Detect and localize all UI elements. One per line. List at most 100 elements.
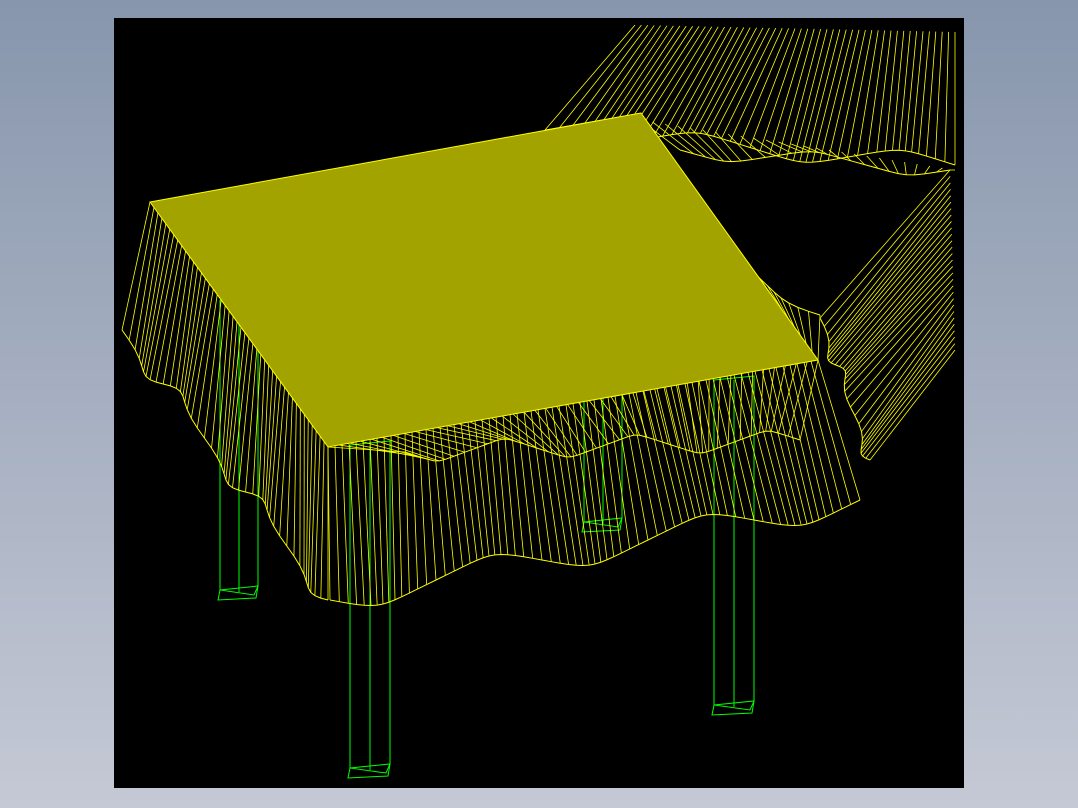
front-drape-fold-line [425,429,437,581]
front-drape-fold-line [397,434,403,597]
front-drape-fold-line [432,428,446,576]
front-drape-fold-line [803,362,843,510]
second-side-drape-fold-line [839,234,953,367]
front-drape-fold-line [488,418,502,555]
left-drape-fold-line [245,348,258,493]
second-top-drape-fold-line [884,30,898,152]
second-top-drape-fold-line [911,31,924,153]
front-drape-fold-line [383,437,390,603]
front-drape-fold-line [516,413,534,559]
second-side-drape-fold-line [865,343,956,459]
second-side-drape-fold-line [828,195,952,349]
front-drape-fold-line [733,374,773,524]
front-drape-fold-line [796,363,834,514]
inner-front-drape-fold-line [686,383,698,453]
front-drape-fold-line [705,379,737,517]
second-top-drape-fold-line [805,29,841,163]
table-model-render [121,24,956,779]
left-drape-fold-line [169,256,190,386]
second-top-drape-fold-line [837,29,866,159]
second-side-drape-fold-line [827,182,951,335]
front-drape-fold-line [404,433,410,594]
second-top-drape-fold-line [892,30,905,151]
second-side-drape-fold-line [860,324,955,450]
inner-front-drape-fold-line [778,363,797,434]
left-drape-fold-line [190,289,214,419]
second-top-drape-fold-line [944,31,949,162]
front-drape-fold-line [355,442,365,606]
second-top-drape-fold-line [934,31,943,159]
front-drape-fold-line [649,389,683,524]
left-drape-fold-line [211,305,226,449]
front-drape-fold-line [418,430,428,585]
left-drape-fold-line [121,201,151,331]
left-drape-fold-line [180,267,198,392]
second-top-drape-fold-line [749,28,796,148]
second-side-drape-fold-line [861,317,955,445]
second-inner-drape-fold-line [664,123,706,158]
second-top-drape-fold-line [876,30,892,153]
left-drape-fold-line [175,261,194,389]
left-drape-fold-line [182,272,202,397]
inner-front-drape-fold-line [589,400,620,440]
inner-front-drape-fold-line [750,371,754,436]
second-top-drape-fold-line [867,30,885,154]
second-top-drape-fold-line [729,28,783,142]
front-drape-fold-line [740,373,782,525]
second-inner-drape-fold-line [914,163,918,175]
front-drape-fold-line [376,438,384,605]
left-drape-fold-line [279,392,289,536]
second-inner-drape-fold-line [924,165,931,175]
left-drape-fold-line [273,387,285,527]
front-drape-fold-line [782,366,820,520]
second-side-drape-fold-line [819,169,951,319]
front-drape-fold-line [656,388,690,521]
second-top-drape-fold-line [778,28,815,157]
front-drape-fold-line [390,435,396,600]
second-top-drape-fold-line [819,29,853,162]
inner-front-drape-fold-line [512,413,559,456]
inner-front-drape-fold-line [349,442,427,460]
back-drape-fold-line [808,311,813,352]
left-drape-fold-line [155,245,183,383]
second-side-drape-fold-line [869,349,956,461]
left-drape-fold-line [293,403,297,557]
tabletop-surface [149,112,819,448]
second-side-drape-fold-line [834,227,952,366]
second-top-drape-fold-line [792,29,828,161]
front-drape-fold-line [341,444,349,604]
front-drape-fold-line [509,414,525,557]
inner-front-drape-fold-line [327,446,406,453]
second-top-drape-fold-line [786,28,821,159]
front-drape-fold-line [334,445,340,602]
left-drape-fold-line [128,207,155,341]
second-top-drape-fold-line [799,29,834,162]
front-drape-fold-line [789,364,827,517]
left-drape-fold-line [320,441,325,599]
front-drape-fold-line [719,377,755,521]
front-drape-fold-line [439,427,455,572]
front-drape-fold-line [523,412,543,561]
second-top-drape-fold-line [904,31,917,151]
left-drape-fold-line [306,419,309,582]
second-inner-drape-fold-line [904,161,907,175]
inner-front-drape-fold-line [697,381,704,453]
second-top-drape-fold-line [769,28,809,154]
inner-front-drape-fold-line [567,404,597,449]
left-drape-fold-line [145,234,175,377]
second-side-drape-fold-line [827,201,952,354]
back-drape-fold-line [817,314,821,361]
second-inner-drape-fold-line [891,159,899,174]
left-drape-fold-line [228,332,246,485]
left-drape-fold-line [286,397,293,547]
front-drape-fold-line [565,404,590,566]
second-side-drape-fold-line [862,311,955,439]
left-drape-fold-line [134,212,159,350]
second-side-drape-fold-line [830,221,952,364]
front-drape-fold-line [698,381,728,516]
left-drape-fold-line [204,299,222,439]
inner-front-drape-fold-line [523,411,566,457]
left-drape-fold-line [314,436,321,596]
second-top-drape-fold-line [827,29,860,161]
inner-front-drape-fold-line [739,373,743,440]
